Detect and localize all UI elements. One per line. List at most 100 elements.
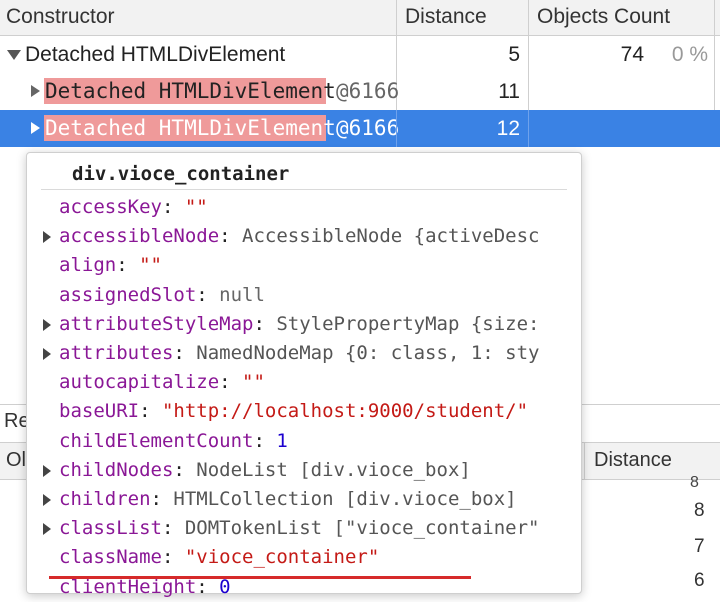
property-content: childNodes: NodeList [div.vioce_box] bbox=[59, 456, 471, 485]
row-constructor-name[interactable]: Detached HTMLDivElement bbox=[45, 73, 336, 110]
property-colon: : bbox=[139, 400, 162, 423]
property-colon: : bbox=[161, 517, 185, 540]
row-distance: 12 bbox=[496, 117, 520, 140]
expand-arrow-icon[interactable] bbox=[43, 348, 51, 360]
property-content: classList: DOMTokenList ["vioce_containe… bbox=[59, 514, 539, 543]
property-key: accessibleNode bbox=[59, 225, 220, 248]
property-value: "" bbox=[139, 254, 162, 277]
property-colon: : bbox=[150, 488, 174, 510]
property-content: baseURI: "http://localhost:9000/student/… bbox=[59, 397, 528, 426]
row-object-id: @6166 bbox=[336, 79, 400, 103]
property-content: children: HTMLCollection [div.vioce_box] bbox=[59, 485, 517, 514]
property-content: autocapitalize: "" bbox=[59, 368, 265, 397]
column-divider bbox=[396, 110, 397, 147]
row-constructor-name: Detached HTMLDivElement bbox=[25, 43, 286, 66]
property-content: attributeStyleMap: StylePropertyMap {siz… bbox=[59, 310, 539, 339]
property-row: baseURI: "http://localhost:9000/student/… bbox=[27, 397, 579, 426]
property-key: children bbox=[59, 488, 151, 510]
property-colon: : bbox=[219, 371, 243, 394]
expand-arrow-icon[interactable] bbox=[43, 318, 51, 331]
property-value: AccessibleNode {activeDesc bbox=[242, 225, 540, 248]
property-value: "" bbox=[184, 196, 208, 218]
property-key: assignedSlot bbox=[59, 283, 197, 306]
property-colon: : bbox=[253, 312, 277, 335]
retainer-distance-partial: 8 bbox=[690, 474, 699, 491]
table-header: Constructor Distance Objects Count bbox=[0, 0, 720, 36]
property-row[interactable]: children: HTMLCollection [div.vioce_box] bbox=[27, 485, 579, 514]
property-row: autocapitalize: "" bbox=[27, 368, 579, 397]
property-row[interactable]: classList: DOMTokenList ["vioce_containe… bbox=[27, 514, 579, 543]
property-content: attributes: NamedNodeMap {0: class, 1: s… bbox=[59, 339, 539, 368]
property-content: align: "" bbox=[59, 251, 162, 280]
property-value: "" bbox=[242, 371, 265, 394]
column-header-constructor[interactable]: Constructor bbox=[6, 0, 115, 35]
property-content: childElementCount: 1 bbox=[59, 427, 288, 456]
property-row: accessKey: "" bbox=[27, 193, 579, 222]
property-key: childElementCount bbox=[59, 429, 254, 452]
property-content: className: "vioce_container" bbox=[59, 543, 379, 572]
object-preview-popover: div.vioce_container accessKey: "" accessi… bbox=[26, 152, 582, 598]
property-key: attributeStyleMap bbox=[59, 312, 254, 335]
property-colon: : bbox=[219, 225, 243, 248]
expand-arrow-icon[interactable] bbox=[43, 464, 51, 477]
annotation-underline bbox=[49, 576, 471, 579]
table-row-selected[interactable]: Detached HTMLDivElement @6166 12 bbox=[0, 110, 720, 147]
property-colon: : bbox=[116, 254, 140, 277]
expand-arrow-icon[interactable] bbox=[43, 494, 51, 506]
property-value: NodeList [div.vioce_box] bbox=[196, 458, 471, 481]
property-key: attributes bbox=[59, 342, 174, 364]
collapse-triangle-icon[interactable] bbox=[31, 122, 40, 134]
table-row[interactable]: Detached HTMLDivElement @6166 11 bbox=[0, 73, 720, 110]
property-colon: : bbox=[173, 342, 197, 364]
row-object-id: @6166 bbox=[336, 116, 400, 140]
property-colon: : bbox=[161, 546, 185, 569]
row-constructor-name[interactable]: Detached HTMLDivElement bbox=[45, 110, 336, 147]
retainers-column-object[interactable]: Ol bbox=[6, 449, 26, 472]
retainer-distance: 8 bbox=[694, 500, 705, 521]
row-distance: 11 bbox=[498, 80, 520, 103]
retainer-distance: 7 bbox=[694, 536, 705, 557]
table-row[interactable]: Detached HTMLDivElement 5 74 0 % bbox=[0, 36, 720, 73]
property-row[interactable]: accessibleNode: AccessibleNode {activeDe… bbox=[27, 222, 579, 251]
property-value: "http://localhost:9000/student/" bbox=[161, 400, 529, 423]
expand-arrow-icon[interactable] bbox=[43, 523, 51, 536]
property-value: null bbox=[219, 283, 265, 306]
property-colon: : bbox=[196, 283, 220, 306]
popover-separator bbox=[41, 189, 567, 190]
property-key: classList bbox=[59, 517, 162, 540]
expand-arrow-icon[interactable] bbox=[43, 231, 51, 244]
property-key: baseURI bbox=[59, 400, 140, 423]
column-divider bbox=[584, 443, 585, 479]
property-colon: : bbox=[253, 429, 277, 452]
property-value: DOMTokenList ["vioce_container" bbox=[184, 517, 540, 540]
property-content: assignedSlot: null bbox=[59, 281, 265, 310]
property-key: accessKey bbox=[59, 196, 162, 218]
property-content: accessKey: "" bbox=[59, 193, 208, 222]
expand-triangle-icon[interactable] bbox=[7, 50, 21, 60]
property-value: NamedNodeMap {0: class, 1: sty bbox=[196, 342, 540, 364]
retainers-column-distance[interactable]: Distance bbox=[594, 449, 672, 472]
property-colon: : bbox=[161, 196, 185, 218]
row-objects-percent: 0 % bbox=[671, 43, 708, 66]
property-key: autocapitalize bbox=[59, 371, 220, 394]
property-key: childNodes bbox=[59, 458, 174, 481]
property-row[interactable]: attributeStyleMap: StylePropertyMap {siz… bbox=[27, 310, 579, 339]
property-row: className: "vioce_container" bbox=[27, 543, 579, 572]
column-header-distance[interactable]: Distance bbox=[405, 0, 487, 35]
property-content: accessibleNode: AccessibleNode {activeDe… bbox=[59, 222, 539, 251]
column-divider bbox=[528, 110, 529, 147]
column-header-objects-count[interactable]: Objects Count bbox=[537, 0, 670, 35]
property-value: "vioce_container" bbox=[184, 546, 380, 569]
property-row[interactable]: childNodes: NodeList [div.vioce_box] bbox=[27, 456, 579, 485]
property-value: 1 bbox=[276, 429, 288, 452]
property-value: HTMLCollection [div.vioce_box] bbox=[173, 488, 517, 510]
row-objects-count: 74 bbox=[620, 43, 644, 66]
collapse-triangle-icon[interactable] bbox=[31, 85, 40, 97]
row-distance: 5 bbox=[508, 43, 520, 66]
property-key: className bbox=[59, 546, 162, 569]
property-row: align: "" bbox=[27, 251, 579, 280]
property-row: assignedSlot: null bbox=[27, 281, 579, 310]
property-value: StylePropertyMap {size: bbox=[276, 312, 540, 335]
popover-title: div.vioce_container bbox=[72, 163, 290, 185]
property-row[interactable]: attributes: NamedNodeMap {0: class, 1: s… bbox=[27, 339, 579, 368]
